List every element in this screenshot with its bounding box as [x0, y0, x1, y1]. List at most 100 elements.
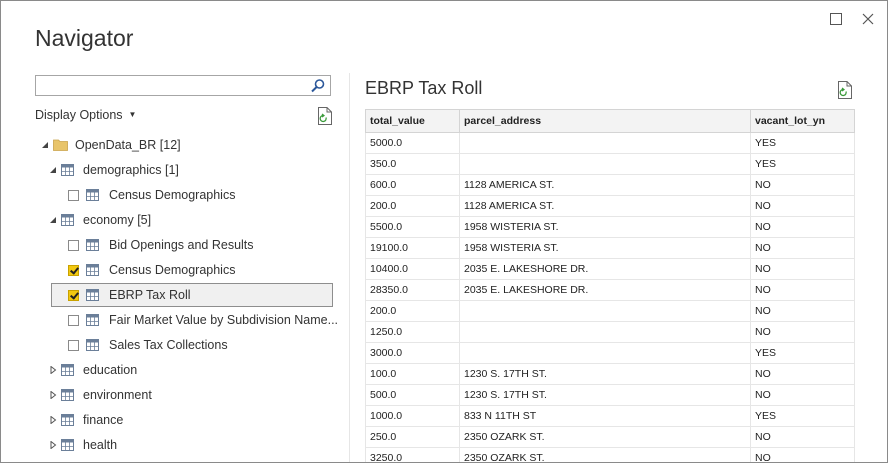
table-cell: 2350 OZARK ST.: [459, 447, 751, 462]
maximize-button[interactable]: [825, 8, 847, 30]
table-cell: 1128 AMERICA ST.: [459, 195, 751, 217]
checkbox-checked[interactable]: [68, 265, 79, 276]
table-header-row: total_value parcel_address vacant_lot_yn: [365, 109, 855, 133]
column-header[interactable]: vacant_lot_yn: [750, 109, 855, 133]
table-cell: NO: [750, 174, 855, 196]
table-cell: 200.0: [365, 300, 460, 322]
table-cell: 200.0: [365, 195, 460, 217]
display-options-label: Display Options: [35, 108, 123, 122]
table-row: 3250.0 2350 OZARK ST. NO: [365, 447, 855, 462]
pane-divider[interactable]: [349, 73, 350, 462]
table-cell: 1250.0: [365, 321, 460, 343]
table-row: 350.0 YES: [365, 153, 855, 175]
table-row: 200.0 NO: [365, 300, 855, 322]
tree-item-label: finance: [83, 413, 124, 427]
table-cell: 1000.0: [365, 405, 460, 427]
table-cell: 1230 S. 17TH ST.: [459, 363, 751, 385]
tree-item-census-demographics-economy[interactable]: Census Demographics: [35, 258, 333, 282]
table-cell: 1958 WISTERIA ST.: [459, 216, 751, 238]
tree-item-ebrp-tax-roll[interactable]: EBRP Tax Roll: [51, 283, 333, 307]
table-cell: 1958 WISTERIA ST.: [459, 237, 751, 259]
table-row: 5000.0 YES: [365, 132, 855, 154]
tree-item-opendata-br[interactable]: OpenData_BR [12]: [35, 133, 333, 157]
table-row: 250.0 2350 OZARK ST. NO: [365, 426, 855, 448]
table-icon: [61, 364, 74, 376]
table-cell: NO: [750, 258, 855, 280]
tree-item-census-demographics[interactable]: Census Demographics: [35, 183, 333, 207]
tree-item-environment[interactable]: environment: [35, 383, 333, 407]
table-cell: NO: [750, 279, 855, 301]
tree-item-sales-tax[interactable]: Sales Tax Collections: [35, 333, 333, 357]
tree-item-education[interactable]: education: [35, 358, 333, 382]
expanded-arrow-icon[interactable]: [49, 216, 57, 224]
refresh-icon[interactable]: [317, 107, 333, 125]
refresh-icon[interactable]: [837, 81, 853, 99]
table-cell: [459, 321, 751, 343]
table-cell: [459, 153, 751, 175]
table-icon: [86, 264, 99, 276]
navigator-window: Navigator Display Options ▼ OpenData_BR […: [0, 0, 888, 463]
tree-item-health[interactable]: health: [35, 433, 333, 457]
expanded-arrow-icon[interactable]: [41, 141, 49, 149]
table-icon: [61, 164, 74, 176]
table-cell: YES: [750, 132, 855, 154]
tree-item-label: Bid Openings and Results: [109, 238, 254, 252]
checkbox[interactable]: [68, 190, 79, 201]
collapsed-arrow-icon[interactable]: [49, 416, 57, 424]
checkbox[interactable]: [68, 315, 79, 326]
table-icon: [86, 189, 99, 201]
close-icon: [862, 13, 874, 25]
table-icon: [61, 389, 74, 401]
caret-down-icon: ▼: [128, 110, 137, 119]
table-cell: NO: [750, 321, 855, 343]
table-cell: 5000.0: [365, 132, 460, 154]
table-icon: [86, 239, 99, 251]
checkbox[interactable]: [68, 340, 79, 351]
table-row: 1250.0 NO: [365, 321, 855, 343]
search-input[interactable]: [36, 76, 314, 95]
table-cell: 500.0: [365, 384, 460, 406]
table-cell: 2350 OZARK ST.: [459, 426, 751, 448]
expanded-arrow-icon[interactable]: [49, 166, 57, 174]
tree-item-label: Census Demographics: [109, 188, 236, 202]
tree-item-finance[interactable]: finance: [35, 408, 333, 432]
search-box[interactable]: [35, 75, 331, 96]
table-body: 5000.0 YES 350.0 YES 600.0 1128 AMERICA ST. NO…: [365, 132, 855, 462]
column-header[interactable]: total_value: [365, 109, 460, 133]
column-header[interactable]: parcel_address: [459, 109, 751, 133]
table-cell: 28350.0: [365, 279, 460, 301]
folder-icon: [53, 139, 68, 151]
tree-item-bid-openings[interactable]: Bid Openings and Results: [35, 233, 333, 257]
collapsed-arrow-icon[interactable]: [49, 366, 57, 374]
table-cell: 5500.0: [365, 216, 460, 238]
checkbox-checked[interactable]: [68, 290, 79, 301]
table-cell: 1230 S. 17TH ST.: [459, 384, 751, 406]
display-options-dropdown[interactable]: Display Options ▼: [35, 108, 136, 122]
table-icon: [86, 339, 99, 351]
preview-title: EBRP Tax Roll: [365, 78, 483, 98]
table-cell: 3250.0: [365, 447, 460, 462]
tree-item-fair-market-value[interactable]: Fair Market Value by Subdivision Name...: [35, 308, 338, 332]
close-button[interactable]: [857, 8, 879, 30]
table-cell: 1128 AMERICA ST.: [459, 174, 751, 196]
table-row: 28350.0 2035 E. LAKESHORE DR. NO: [365, 279, 855, 301]
table-row: 500.0 1230 S. 17TH ST. NO: [365, 384, 855, 406]
table-row: 200.0 1128 AMERICA ST. NO: [365, 195, 855, 217]
table-cell: NO: [750, 426, 855, 448]
tree-item-demographics[interactable]: demographics [1]: [35, 158, 333, 182]
search-icon[interactable]: [310, 78, 326, 94]
table-cell: 100.0: [365, 363, 460, 385]
table-cell: NO: [750, 216, 855, 238]
collapsed-arrow-icon[interactable]: [49, 441, 57, 449]
table-cell: YES: [750, 153, 855, 175]
table-row: 1000.0 833 N 11TH ST YES: [365, 405, 855, 427]
table-cell: NO: [750, 363, 855, 385]
maximize-icon: [830, 13, 842, 25]
tree-item-economy[interactable]: economy [5]: [35, 208, 333, 232]
tree-item-label: EBRP Tax Roll: [109, 288, 191, 302]
table-cell: NO: [750, 447, 855, 462]
checkbox[interactable]: [68, 240, 79, 251]
table-row: 5500.0 1958 WISTERIA ST. NO: [365, 216, 855, 238]
table-cell: YES: [750, 405, 855, 427]
collapsed-arrow-icon[interactable]: [49, 391, 57, 399]
